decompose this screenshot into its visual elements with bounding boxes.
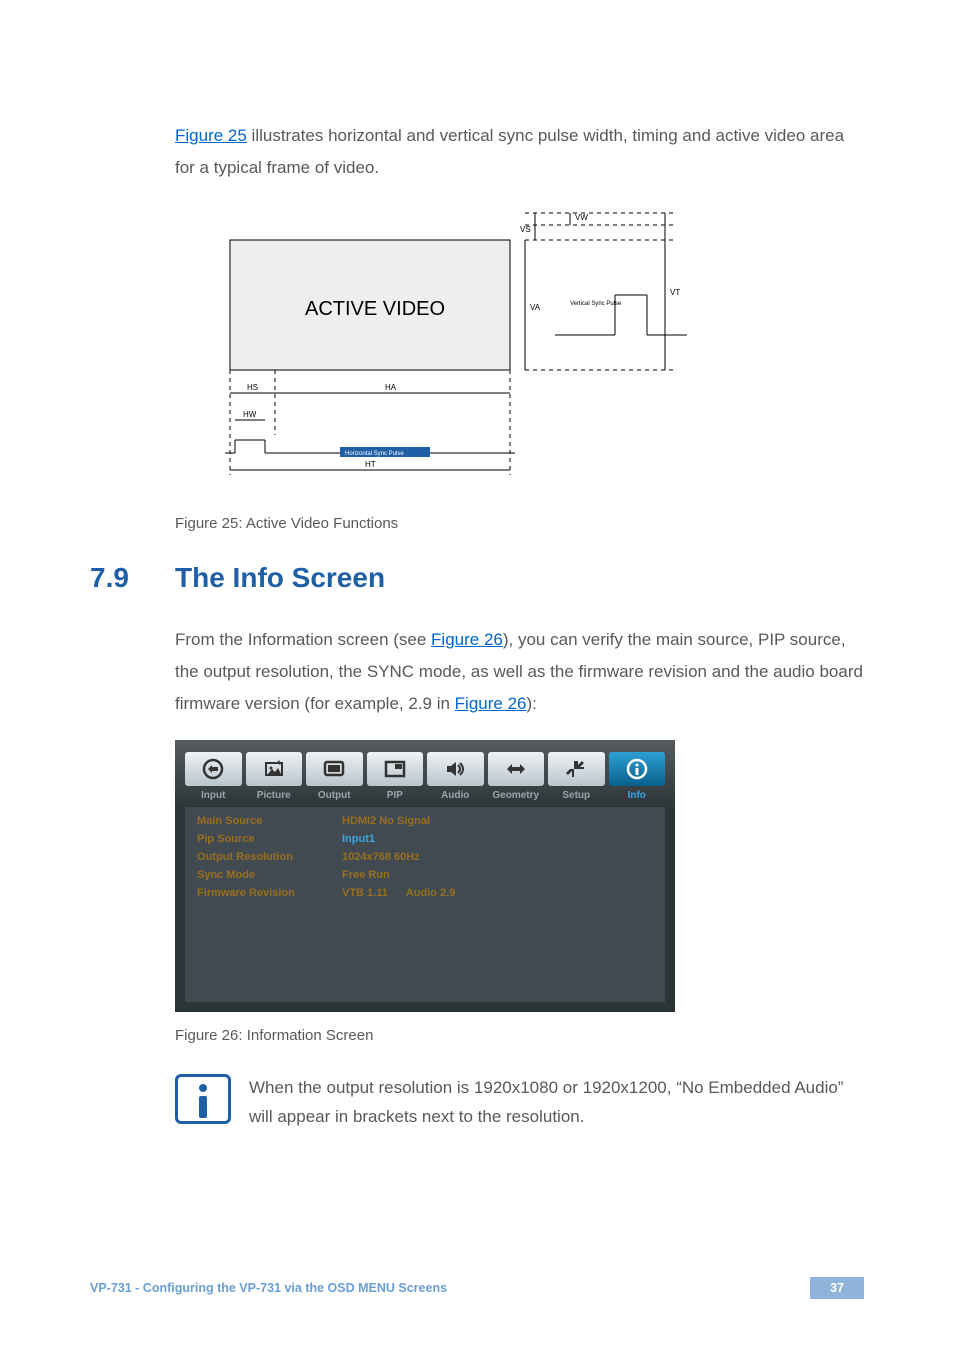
label-hsp: Horizontal Sync Pulse [345, 451, 404, 457]
tab-geometry-label: Geometry [488, 790, 545, 801]
tab-pip-label: PIP [367, 790, 424, 801]
label-hw: HW [243, 410, 257, 419]
osd-val: Input1 [342, 833, 375, 845]
osd-key: Output Resolution [197, 851, 342, 863]
info-icon [609, 752, 666, 786]
section-paragraph: From the Information screen (see Figure … [175, 624, 864, 721]
label-vs: VS [520, 225, 531, 234]
active-video-title: ACTIVE VIDEO [305, 298, 445, 320]
intro-rest: illustrates horizontal and vertical sync… [175, 126, 844, 177]
pip-icon [367, 752, 424, 786]
osd-val: Free Run [342, 869, 390, 881]
tab-audio-label: Audio [427, 790, 484, 801]
osd-val: 1024x768 60Hz [342, 851, 420, 863]
osd-key: Sync Mode [197, 869, 342, 881]
label-ht: HT [365, 460, 376, 469]
tab-setup[interactable]: Setup [548, 752, 605, 801]
tab-pip[interactable]: PIP [367, 752, 424, 801]
footer-left: VP-731 - Configuring the VP-731 via the … [90, 1281, 447, 1295]
setup-icon [548, 752, 605, 786]
label-vt: VT [670, 288, 680, 297]
info-note-text: When the output resolution is 1920x1080 … [249, 1074, 864, 1132]
tab-output[interactable]: Output [306, 752, 363, 801]
osd-row-sync-mode: Sync Mode Free Run [197, 869, 653, 881]
osd-row-firmware: Firmware Revision VTB 1.11Audio 2.9 [197, 887, 653, 899]
osd-row-output-res: Output Resolution 1024x768 60Hz [197, 851, 653, 863]
sec-p-a: From the Information screen (see [175, 630, 431, 649]
figure26-caption: Figure 26: Information Screen [175, 1027, 864, 1044]
tab-input-label: Input [185, 790, 242, 801]
label-ha: HA [385, 383, 397, 392]
page-footer: VP-731 - Configuring the VP-731 via the … [90, 1277, 864, 1299]
section-title: The Info Screen [175, 562, 385, 594]
section-heading: 7.9 The Info Screen [90, 562, 864, 594]
osd-row-pip-source: Pip Source Input1 [197, 833, 653, 845]
section-number: 7.9 [90, 562, 175, 594]
info-note-icon [175, 1074, 231, 1124]
tab-setup-label: Setup [548, 790, 605, 801]
info-note: When the output resolution is 1920x1080 … [175, 1074, 864, 1132]
label-vw: VW [575, 213, 588, 222]
osd-info-screen: Input Picture Output PIP [175, 740, 675, 1012]
osd-val: HDMI2 No Signal [342, 815, 430, 827]
osd-key: Firmware Revision [197, 887, 342, 899]
tab-picture[interactable]: Picture [246, 752, 303, 801]
sec-p-e: ): [526, 694, 536, 713]
label-hs: HS [247, 383, 258, 392]
tab-geometry[interactable]: Geometry [488, 752, 545, 801]
label-va: VA [530, 303, 541, 312]
label-vsp: Vertical Sync Pulse [570, 301, 622, 307]
tab-input[interactable]: Input [185, 752, 242, 801]
osd-val: VTB 1.11Audio 2.9 [342, 887, 455, 899]
figure26-link-1[interactable]: Figure 26 [431, 630, 503, 649]
osd-tab-bar: Input Picture Output PIP [183, 748, 667, 801]
output-icon [306, 752, 363, 786]
footer-page-number: 37 [810, 1277, 864, 1299]
osd-key: Main Source [197, 815, 342, 827]
geometry-icon [488, 752, 545, 786]
audio-icon [427, 752, 484, 786]
osd-row-main-source: Main Source HDMI2 No Signal [197, 815, 653, 827]
tab-picture-label: Picture [246, 790, 303, 801]
figure-25: VW VS ACTIVE VIDEO VA VT Vertical Sync P… [175, 205, 864, 500]
picture-icon [246, 752, 303, 786]
tab-info[interactable]: Info [609, 752, 666, 801]
figure26-link-2[interactable]: Figure 26 [455, 694, 527, 713]
tab-audio[interactable]: Audio [427, 752, 484, 801]
figure25-link[interactable]: Figure 25 [175, 126, 247, 145]
figure25-caption: Figure 25: Active Video Functions [175, 515, 864, 532]
input-icon [185, 752, 242, 786]
osd-key: Pip Source [197, 833, 342, 845]
intro-paragraph: Figure 25 illustrates horizontal and ver… [175, 120, 864, 185]
tab-info-label: Info [609, 790, 666, 801]
osd-body: Main Source HDMI2 No Signal Pip Source I… [185, 807, 665, 1002]
tab-output-label: Output [306, 790, 363, 801]
